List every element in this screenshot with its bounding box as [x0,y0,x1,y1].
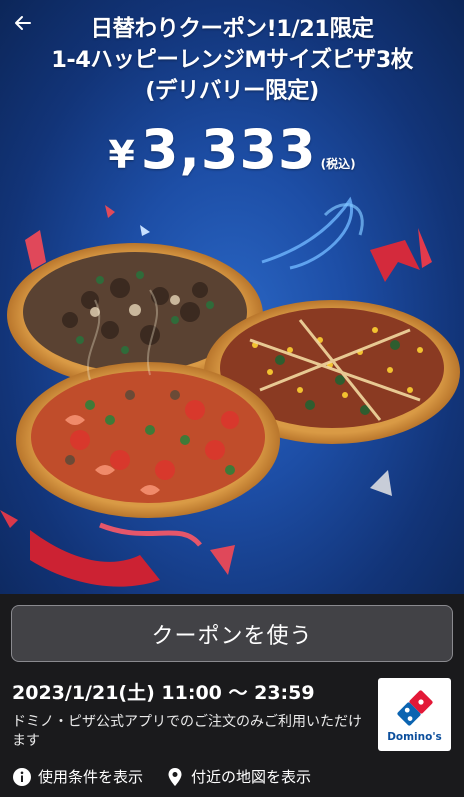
dominos-logo: Domino's [378,678,451,751]
dominos-domino-icon [396,690,433,726]
show-terms-label: 使用条件を表示 [38,768,144,786]
price-amount: 3,333 [140,118,317,181]
show-map-link[interactable]: 付近の地図を表示 [165,766,311,787]
price-tax-note: (税込) [320,157,356,171]
hero-banner: 日替わりクーポン!1/21限定 1-4ハッピーレンジMサイズピザ3枚 (デリバリ… [0,0,464,594]
map-pin-icon [165,767,185,787]
info-icon [12,767,32,787]
headline-line-2: 1-4ハッピーレンジMサイズピザ3枚 [51,47,413,73]
headline-line-3: (デリバリー限定) [145,78,319,104]
headline-line-1: 日替わりクーポン!1/21限定 [90,16,374,42]
use-coupon-button[interactable]: クーポンを使う [11,605,453,662]
price-currency: ¥ [108,133,135,177]
validity-period: 2023/1/21(土) 11:00 〜 23:59 [12,682,315,704]
show-map-label: 付近の地図を表示 [191,768,312,786]
show-terms-link[interactable]: 使用条件を表示 [12,766,143,787]
price: ¥ 3,333 (税込) [0,118,464,181]
usage-note: ドミノ・ピザ公式アプリでのご注文のみご利用いただけます [12,714,362,749]
footer-links: 使用条件を表示 付近の地図を表示 [12,766,452,787]
logo-wordmark: Domino's [387,731,442,743]
coupon-headline: 日替わりクーポン!1/21限定 1-4ハッピーレンジMサイズピザ3枚 (デリバリ… [0,14,464,107]
